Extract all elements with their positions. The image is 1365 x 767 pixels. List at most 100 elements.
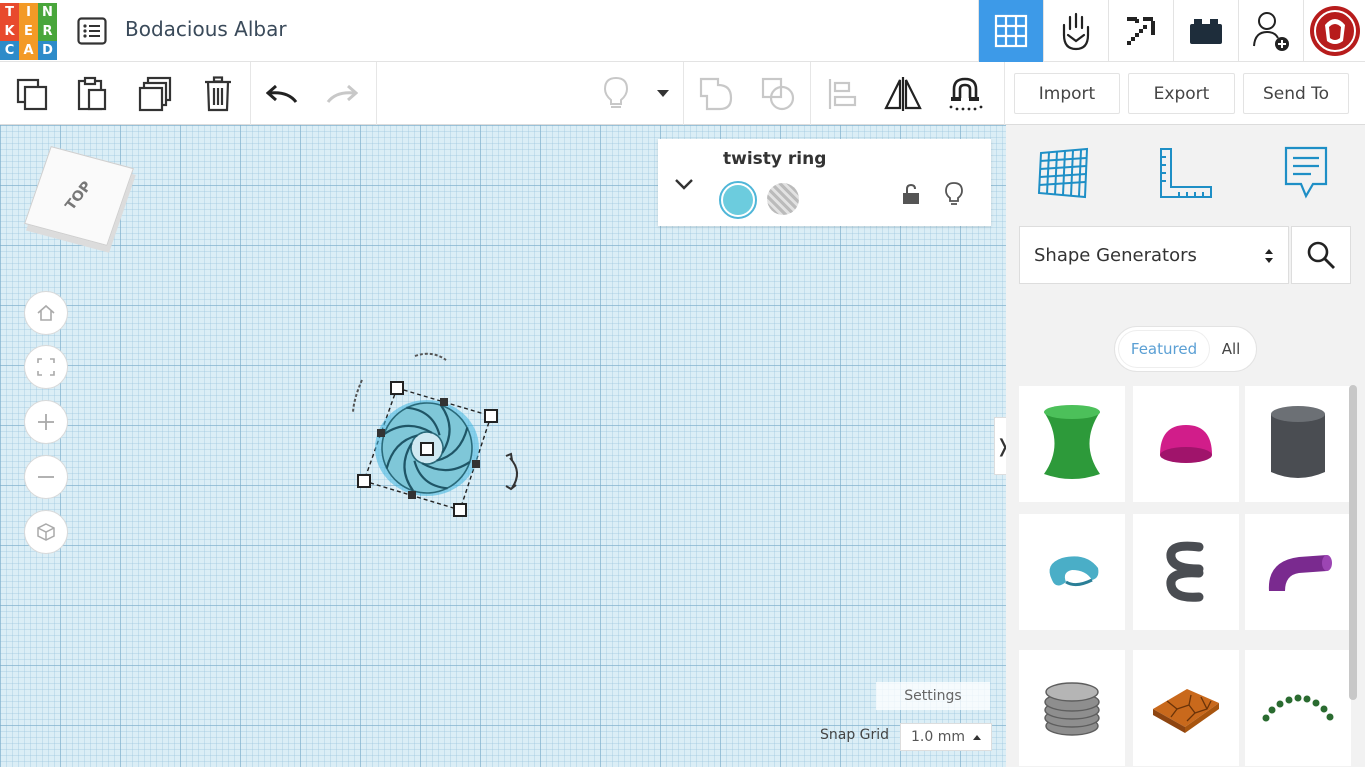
hole-button[interactable] — [767, 183, 799, 215]
shapes-panel-scrollbar[interactable] — [1349, 385, 1357, 700]
delete-button[interactable] — [198, 74, 238, 114]
shape-search-button[interactable] — [1291, 226, 1351, 284]
view-cube[interactable]: TOP — [24, 146, 134, 246]
shape-tile-torus-partial[interactable] — [1019, 514, 1125, 630]
copy-button[interactable] — [12, 74, 52, 114]
minecraft-button[interactable] — [1108, 0, 1173, 62]
zoom-out-button[interactable] — [24, 455, 68, 499]
twisty-ring-shape[interactable] — [340, 340, 540, 525]
bead-arc-icon — [1262, 694, 1334, 722]
import-button[interactable]: Import — [1014, 73, 1120, 114]
half-sphere-icon — [1160, 425, 1212, 463]
redo-icon — [326, 84, 358, 103]
send-to-button[interactable]: Send To — [1243, 73, 1349, 114]
logo-letter: A — [19, 41, 38, 60]
shape-tile-hyperboloid[interactable] — [1019, 386, 1125, 502]
mirror-button[interactable] — [883, 74, 923, 114]
note-icon — [1284, 146, 1328, 199]
lock-toggle[interactable] — [901, 183, 921, 209]
add-user-icon — [1253, 12, 1289, 51]
spring-icon — [1166, 541, 1204, 602]
design-title[interactable]: Bodacious Albar — [125, 17, 287, 41]
ungroup-button[interactable] — [758, 74, 798, 114]
shape-tile-spring[interactable] — [1133, 514, 1239, 630]
snap-grid-value: 1.0 mm — [911, 729, 965, 745]
tab-all[interactable]: All — [1211, 331, 1251, 367]
toolbar-separator — [1004, 62, 1005, 125]
user-avatar-button[interactable] — [1303, 0, 1365, 62]
align-button[interactable] — [822, 74, 862, 114]
zoom-in-button[interactable] — [24, 400, 68, 444]
cruise-button[interactable] — [945, 74, 985, 114]
torus-icon — [1049, 556, 1099, 587]
lego-button[interactable] — [1173, 0, 1238, 62]
shape-tile-voronoi-tile[interactable] — [1133, 650, 1239, 766]
minus-icon — [38, 476, 54, 478]
search-icon — [1307, 241, 1335, 269]
align-icon — [828, 79, 857, 109]
shape-tile-bent-pipe[interactable] — [1245, 514, 1351, 630]
export-button[interactable]: Export — [1128, 73, 1235, 114]
ruler-icon — [1160, 148, 1212, 198]
shape-tile-half-sphere[interactable] — [1133, 386, 1239, 502]
fit-view-button[interactable] — [24, 345, 68, 389]
show-all-button[interactable] — [596, 74, 636, 114]
duplicate-icon — [138, 76, 172, 112]
undo-button[interactable] — [262, 74, 302, 114]
home-icon — [37, 304, 55, 321]
invite-user-button[interactable] — [1238, 0, 1303, 62]
shape-tile-screw-thread[interactable] — [1019, 650, 1125, 766]
workplane-tool-button[interactable] — [1033, 143, 1093, 203]
copy-icon — [16, 78, 48, 111]
designs-list-button[interactable] — [76, 15, 107, 46]
inspector-shape-name[interactable]: twisty ring — [723, 149, 826, 169]
3d-design-view-button[interactable] — [978, 0, 1043, 62]
caret-up-icon — [973, 735, 981, 740]
header-actions — [978, 0, 1365, 62]
perspective-toggle-button[interactable] — [24, 510, 68, 554]
unlock-icon — [903, 183, 919, 204]
lightbulb-icon — [603, 76, 629, 108]
notes-tool-button[interactable] — [1276, 143, 1336, 203]
toolbar-separator — [376, 62, 377, 125]
snap-grid-select[interactable]: 1.0 mm — [900, 723, 992, 751]
redo-button[interactable] — [322, 74, 362, 114]
circuits-icon — [1062, 12, 1090, 51]
grid-view-icon — [994, 14, 1028, 48]
show-all-dropdown[interactable] — [643, 74, 683, 114]
home-view-button[interactable] — [24, 291, 68, 335]
top-header: T I N K E R C A D Bodacious Albar — [0, 0, 1365, 62]
bent-pipe-icon — [1268, 555, 1332, 591]
shape-inspector: twisty ring — [658, 139, 991, 226]
tinkercad-logo[interactable]: T I N K E R C A D — [0, 3, 58, 60]
caret-down-icon — [657, 90, 669, 97]
collapse-inspector-button[interactable] — [674, 175, 694, 194]
circuits-button[interactable] — [1043, 0, 1108, 62]
snap-grid-label: Snap Grid — [820, 727, 890, 743]
logo-letter: D — [38, 41, 57, 60]
shape-tile-bead-chain-arc[interactable] — [1245, 650, 1351, 766]
lego-brick-icon — [1190, 19, 1222, 44]
toolbar-separator — [250, 62, 251, 125]
select-arrows-icon — [1265, 249, 1273, 263]
paste-button[interactable] — [72, 74, 112, 114]
workplane-canvas[interactable]: TOP twisty ring Settings Snap Grid 1.0 m… — [0, 125, 1006, 767]
logo-letter: K — [0, 22, 19, 41]
magnet-icon — [949, 77, 983, 111]
logo-letter: E — [19, 22, 38, 41]
duplicate-button[interactable] — [136, 74, 176, 114]
solid-color-button[interactable] — [719, 181, 757, 219]
chevron-right-icon: ❭ — [995, 436, 1006, 457]
ruler-tool-button[interactable] — [1156, 143, 1216, 203]
panel-collapse-toggle[interactable]: ❭ — [994, 417, 1006, 475]
tab-featured[interactable]: Featured — [1119, 331, 1209, 367]
paste-icon — [77, 76, 107, 111]
shape-category-select[interactable]: Shape Generators — [1019, 226, 1289, 284]
visibility-toggle[interactable] — [943, 181, 965, 211]
edit-toolbar: Import Export Send To — [0, 62, 1365, 125]
group-button[interactable] — [696, 74, 736, 114]
hyperboloid-icon — [1044, 405, 1100, 479]
settings-button[interactable]: Settings — [876, 682, 990, 710]
plus-icon — [38, 414, 54, 430]
shape-tile-tube-cylinder[interactable] — [1245, 386, 1351, 502]
